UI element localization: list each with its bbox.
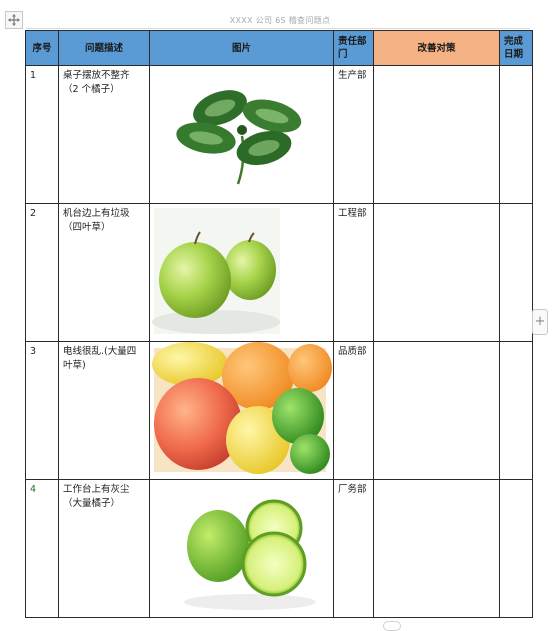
citrus-fruits-image [152, 342, 332, 474]
header-cell-number[interactable]: 序号 [25, 30, 59, 66]
cell-department[interactable]: 工程部 [333, 203, 374, 342]
header-cell-department[interactable]: 责任部门 [333, 30, 374, 66]
four-leaf-clover-image [176, 90, 302, 185]
table-row: 1 桌子摆放不整齐（2 个橘子） 生产部 [25, 65, 533, 204]
cell-date[interactable] [499, 65, 533, 204]
header-cell-picture[interactable]: 图片 [149, 30, 334, 66]
header-divider [26, 28, 530, 29]
cell-measure[interactable] [373, 341, 500, 480]
cell-department[interactable]: 品质部 [333, 341, 374, 480]
document-header: XXXX 公司 6S 稽查问题点 [229, 16, 331, 25]
cell-description[interactable]: 桌子摆放不整齐（2 个橘子） [58, 65, 150, 204]
cell-picture[interactable] [149, 479, 334, 618]
scroll-indicator[interactable] [383, 621, 401, 631]
cell-date[interactable] [499, 479, 533, 618]
green-apples-image [152, 208, 280, 334]
plus-icon: + [534, 314, 546, 329]
cell-date[interactable] [499, 203, 533, 342]
cell-number[interactable]: 2 [25, 203, 59, 342]
cell-picture[interactable] [149, 203, 334, 342]
add-column-button[interactable]: + [532, 309, 548, 335]
cell-department[interactable]: 生产部 [333, 65, 374, 204]
cell-number[interactable]: 3 [25, 341, 59, 480]
cell-number[interactable]: 1 [25, 65, 59, 204]
header-cell-measure[interactable]: 改善对策 [373, 30, 500, 66]
table-row: 2 机台边上有垃圾（四叶草） 工程部 [25, 203, 533, 342]
header-cell-description[interactable]: 问题描述 [58, 30, 150, 66]
cell-number[interactable]: 4 [25, 479, 59, 618]
limes-image [184, 499, 316, 610]
cell-date[interactable] [499, 341, 533, 480]
table-row: 3 电线很乱.(大量四叶草) 品质部 [25, 341, 533, 480]
cell-picture[interactable] [149, 65, 334, 204]
header-cell-date[interactable]: 完成日期 [499, 30, 533, 66]
cell-description[interactable]: 机台边上有垃圾（四叶草） [58, 203, 150, 342]
table-header-row: 序号 问题描述 图片 责任部门 改善对策 完成日期 [25, 30, 533, 66]
cell-measure[interactable] [373, 479, 500, 618]
cell-measure[interactable] [373, 203, 500, 342]
cell-description[interactable]: 电线很乱.(大量四叶草) [58, 341, 150, 480]
cell-picture[interactable] [149, 341, 334, 480]
cell-department[interactable]: 厂务部 [333, 479, 374, 618]
cell-measure[interactable] [373, 65, 500, 204]
table-row: 4 工作台上有灰尘（大量橘子） 厂务部 [25, 479, 533, 618]
cell-description[interactable]: 工作台上有灰尘（大量橘子） [58, 479, 150, 618]
problem-table: 序号 问题描述 图片 责任部门 改善对策 完成日期 1 桌子摆放不整齐（2 个橘… [25, 30, 533, 618]
